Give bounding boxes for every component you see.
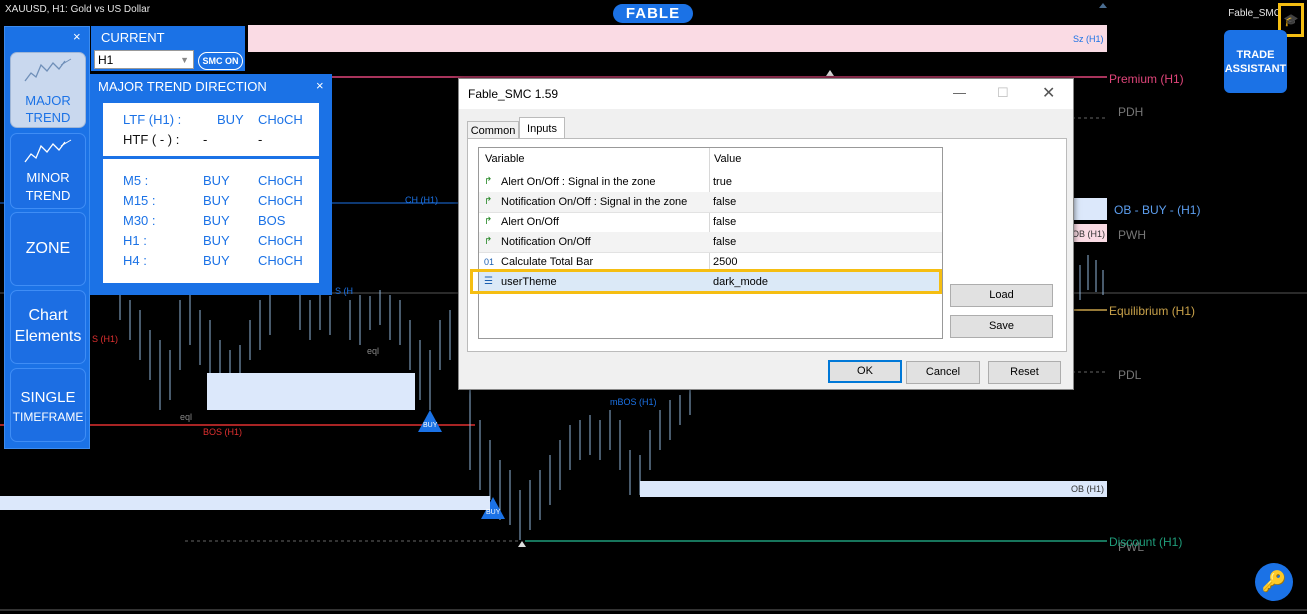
arrow-param-icon: ↱ [484, 176, 493, 187]
arrow-param-icon: ↱ [484, 216, 493, 227]
chevron-down-icon: ▼ [180, 55, 189, 65]
bos-label: BOS (H1) [203, 427, 243, 437]
ob-buy-zone [1072, 198, 1107, 220]
buy-marker-label: BUY [423, 422, 438, 429]
sz-label: Sz (H1) [1073, 34, 1104, 44]
major-trend-panel: MAJOR TREND DIRECTION × LTF (H1) : BUY C… [90, 74, 332, 295]
pwh-label: PWH [1118, 228, 1146, 242]
timeframe-select[interactable]: H1 ▼ [94, 50, 194, 69]
demand-zone-mid [207, 373, 415, 410]
eql-label: eql [367, 346, 380, 356]
pdh-label: PDH [1118, 105, 1144, 119]
current-panel: CURRENT H1 ▼ SMC ON [91, 26, 245, 71]
column-header-value: Value [714, 153, 742, 165]
chart-symbol: XAUUSD, H1: Gold vs US Dollar [5, 4, 151, 15]
minor-trend-button[interactable]: MINOR TREND [10, 133, 86, 209]
cancel-button[interactable]: Cancel [906, 361, 980, 384]
eql-label: eql [180, 412, 193, 422]
panel-title: MAJOR TREND DIRECTION [98, 79, 267, 94]
brand-logo: FABLE [613, 4, 693, 23]
trend-chart-icon [24, 139, 72, 163]
minimize-icon[interactable]: — [953, 85, 966, 100]
param-row[interactable]: ↱ Notification On/Off : Signal in the zo… [479, 192, 942, 213]
equilibrium-label: Equilibrium (H1) [1109, 304, 1196, 318]
current-title: CURRENT [101, 30, 165, 45]
trade-assistant-button[interactable]: TRADE ASSISTANT [1224, 30, 1287, 93]
ch-label: CH (H1) [405, 195, 438, 205]
smc-toggle[interactable]: SMC ON [198, 52, 243, 70]
key-icon[interactable]: 🔑 [1255, 563, 1293, 601]
premium-label: Premium (H1) [1109, 72, 1184, 86]
zone-button[interactable]: ZONE [10, 212, 86, 286]
arrow-param-icon: ↱ [484, 236, 493, 247]
sh-label: S (H [335, 286, 353, 296]
ob-h1-small-label: OB (H1) [1072, 229, 1106, 239]
buy-marker-label: BUY [486, 509, 501, 516]
param-row[interactable]: ↱ Notification On/Off false [479, 232, 942, 253]
maximize-icon[interactable]: ☐ [997, 85, 1009, 101]
dialog-titlebar[interactable]: Fable_SMC 1.59 — ☐ ✕ [459, 79, 1073, 109]
discount-label: Discount (H1) [1109, 535, 1183, 549]
single-timeframe-button[interactable]: SINGLE TIMEFRAME [10, 368, 86, 442]
supply-zone [248, 25, 1107, 52]
param-row[interactable]: ↱ Alert On/Off false [479, 212, 942, 233]
chart-elements-button[interactable]: Chart Elements [10, 290, 86, 364]
major-trend-button[interactable]: MAJOR TREND [10, 52, 86, 128]
parameters-grid: Variable Value ↱ Alert On/Off : Signal i… [478, 147, 943, 339]
close-icon[interactable]: ✕ [1042, 83, 1055, 103]
close-icon[interactable]: × [316, 78, 324, 93]
ob-h1-label: OB (H1) [1071, 484, 1105, 494]
trend-chart-icon [24, 58, 72, 82]
param-row[interactable]: ↱ Alert On/Off : Signal in the zone true [479, 172, 942, 193]
sidebar: × MAJOR TREND MINOR TREND ZONE Chart Ele… [4, 26, 90, 449]
indicator-settings-dialog: Fable_SMC 1.59 — ☐ ✕ Common Inputs Varia… [458, 78, 1074, 390]
demand-zone-left [0, 496, 490, 510]
indicator-name: Fable_SMC [1228, 8, 1281, 19]
load-button[interactable]: Load [950, 284, 1053, 307]
mbos-label: mBOS (H1) [610, 397, 657, 407]
ob-zone-bottom [640, 481, 1107, 497]
close-icon[interactable]: × [73, 29, 81, 44]
s-h1-label: S (H1) [92, 334, 119, 344]
htf-ltf-box: LTF (H1) : BUY CHoCH HTF ( - ) : - - [103, 103, 319, 156]
dialog-title: Fable_SMC 1.59 [468, 87, 559, 101]
tab-inputs[interactable]: Inputs [519, 117, 565, 140]
arrow-param-icon: ↱ [484, 196, 493, 207]
highlight-box [470, 269, 942, 294]
reset-button[interactable]: Reset [988, 361, 1061, 384]
column-header-variable: Variable [485, 153, 525, 165]
pdl-label: PDL [1118, 368, 1142, 382]
ok-button[interactable]: OK [828, 360, 902, 383]
timeframe-trend-box: M5 : BUY CHoCH M15 : BUY CHoCH M30 : BUY… [103, 159, 319, 283]
ob-buy-label: OB - BUY - (H1) [1114, 203, 1201, 217]
save-button[interactable]: Save [950, 315, 1053, 338]
